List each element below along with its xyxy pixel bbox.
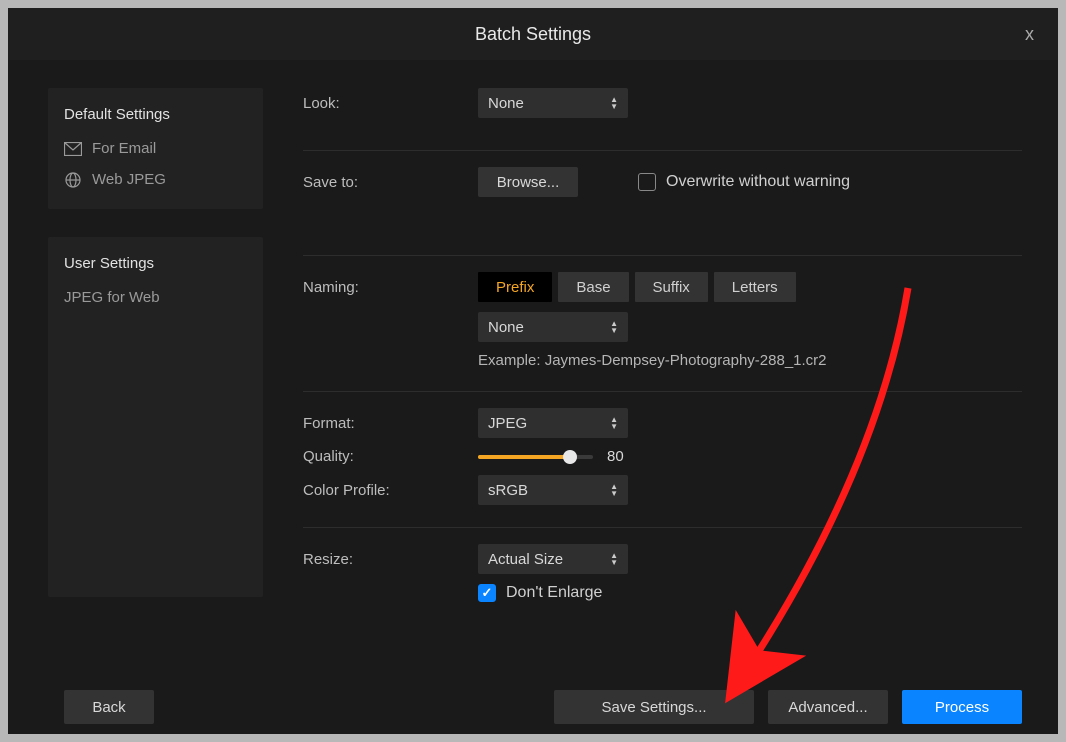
format-select[interactable]: JPEG ▲▼ — [478, 408, 628, 438]
naming-segments: Prefix Base Suffix Letters — [478, 272, 796, 302]
quality-label: Quality: — [303, 448, 478, 465]
resize-select[interactable]: Actual Size ▲▼ — [478, 544, 628, 574]
sidebar-item-label: Web JPEG — [92, 171, 166, 188]
save-to-label: Save to: — [303, 174, 478, 191]
overwrite-checkbox[interactable] — [638, 173, 656, 191]
quality-slider-wrap: 80 — [478, 448, 624, 465]
dont-enlarge-checkbox[interactable]: ✓ — [478, 584, 496, 602]
save-settings-button[interactable]: Save Settings... — [554, 690, 754, 724]
mail-icon — [64, 142, 82, 156]
section-format: Format: JPEG ▲▼ Quality: 80 — [303, 408, 1022, 528]
overwrite-label: Overwrite without warning — [666, 173, 850, 191]
look-value: None — [488, 95, 524, 112]
sidebar-item-jpeg-for-web[interactable]: JPEG for Web — [48, 282, 263, 313]
naming-label: Naming: — [303, 279, 478, 296]
dont-enlarge-label: Don't Enlarge — [506, 584, 602, 602]
sidebar-item-for-email[interactable]: For Email — [48, 133, 263, 164]
slider-thumb[interactable] — [563, 450, 577, 464]
process-button[interactable]: Process — [902, 690, 1022, 724]
close-icon[interactable]: x — [1025, 24, 1034, 45]
updown-icon: ▲▼ — [610, 96, 618, 110]
section-save-to: Save to: Browse... Overwrite without war… — [303, 167, 1022, 256]
sidebar-item-label: JPEG for Web — [64, 289, 160, 306]
section-look: Look: None ▲▼ — [303, 88, 1022, 151]
section-naming: Naming: Prefix Base Suffix Letters None … — [303, 272, 1022, 392]
updown-icon: ▲▼ — [610, 552, 618, 566]
section-resize: Resize: Actual Size ▲▼ ✓ Don't Enlarge — [303, 544, 1022, 624]
body: Default Settings For Email Web JPEG User… — [8, 60, 1058, 672]
back-button[interactable]: Back — [64, 690, 154, 724]
sidebar-default-group: Default Settings For Email Web JPEG — [48, 88, 263, 209]
color-profile-select[interactable]: sRGB ▲▼ — [478, 475, 628, 505]
sidebar-item-label: For Email — [92, 140, 156, 157]
advanced-button[interactable]: Advanced... — [768, 690, 888, 724]
footer: Back Save Settings... Advanced... Proces… — [8, 690, 1058, 724]
look-select[interactable]: None ▲▼ — [478, 88, 628, 118]
browse-button-label: Browse... — [497, 174, 560, 191]
dont-enlarge-row[interactable]: ✓ Don't Enlarge — [478, 584, 602, 602]
updown-icon: ▲▼ — [610, 416, 618, 430]
format-label: Format: — [303, 415, 478, 432]
resize-label: Resize: — [303, 551, 478, 568]
main-panel: Look: None ▲▼ Save to: Browse... — [303, 88, 1034, 672]
quality-value: 80 — [607, 448, 624, 465]
naming-example: Example: Jaymes-Dempsey-Photography-288_… — [478, 352, 827, 369]
titlebar: Batch Settings x — [8, 8, 1058, 60]
seg-suffix[interactable]: Suffix — [635, 272, 708, 302]
color-profile-label: Color Profile: — [303, 482, 478, 499]
seg-prefix[interactable]: Prefix — [478, 272, 552, 302]
naming-select[interactable]: None ▲▼ — [478, 312, 628, 342]
sidebar-user-group: User Settings JPEG for Web — [48, 237, 263, 597]
updown-icon: ▲▼ — [610, 483, 618, 497]
sidebar-user-header: User Settings — [48, 247, 263, 282]
overwrite-checkbox-row[interactable]: Overwrite without warning — [638, 173, 850, 191]
sidebar-item-web-jpeg[interactable]: Web JPEG — [48, 164, 263, 195]
look-label: Look: — [303, 95, 478, 112]
globe-icon — [64, 173, 82, 187]
format-value: JPEG — [488, 415, 527, 432]
seg-letters[interactable]: Letters — [714, 272, 796, 302]
seg-base[interactable]: Base — [558, 272, 628, 302]
color-profile-value: sRGB — [488, 482, 528, 499]
window-title: Batch Settings — [475, 24, 591, 45]
sidebar: Default Settings For Email Web JPEG User… — [48, 88, 263, 672]
resize-value: Actual Size — [488, 551, 563, 568]
quality-slider[interactable] — [478, 455, 593, 459]
sidebar-default-header: Default Settings — [48, 98, 263, 133]
batch-settings-window: Batch Settings x Default Settings For Em… — [8, 8, 1058, 734]
updown-icon: ▲▼ — [610, 320, 618, 334]
naming-value: None — [488, 319, 524, 336]
browse-button[interactable]: Browse... — [478, 167, 578, 197]
